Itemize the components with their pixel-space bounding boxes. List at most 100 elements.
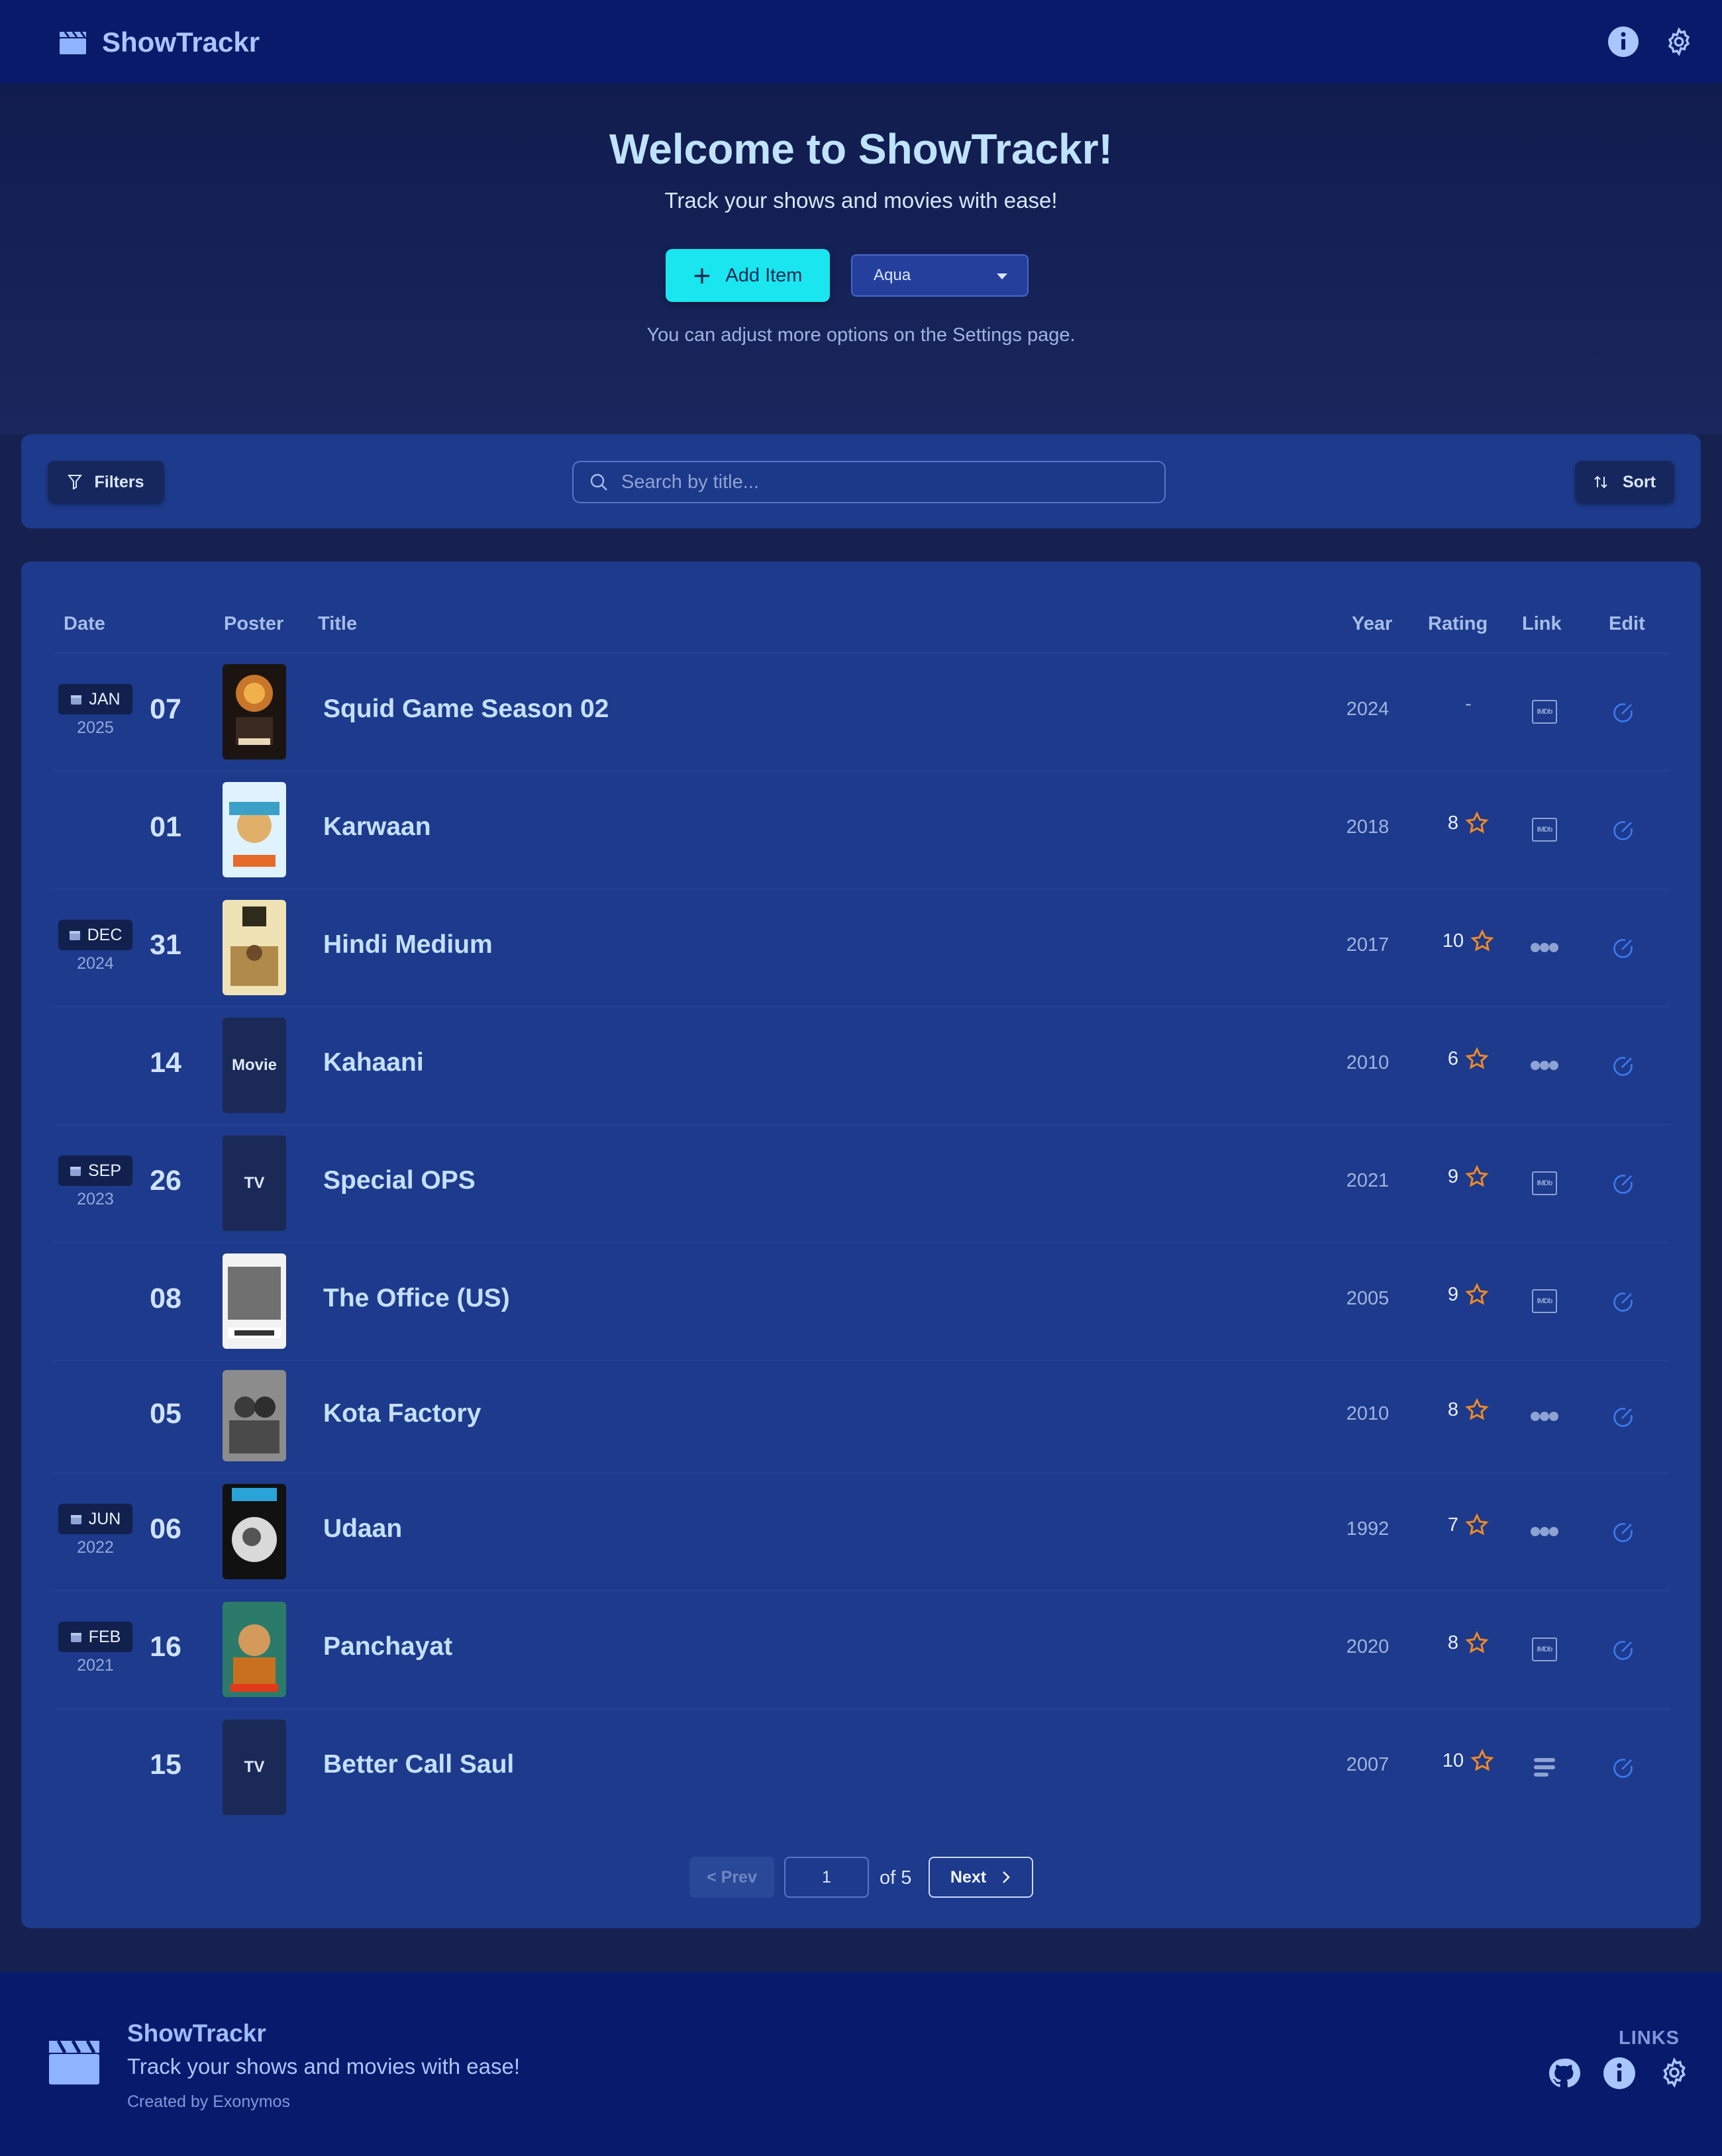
item-title[interactable]: Special OPS	[323, 1166, 476, 1195]
poster-image[interactable]	[223, 1253, 286, 1349]
poster-image[interactable]	[223, 1602, 286, 1697]
item-title[interactable]: Kota Factory	[323, 1399, 481, 1428]
chevron-right-icon	[1003, 1871, 1010, 1883]
edit-button[interactable]	[1607, 1402, 1640, 1432]
edit-button[interactable]	[1607, 697, 1640, 728]
table-row[interactable]: 14 Movie Kahaani 2010 6	[53, 1006, 1669, 1124]
calendar-icon	[70, 1633, 81, 1642]
rating-value: 8	[1447, 1398, 1459, 1420]
poster-image[interactable]	[223, 1484, 286, 1579]
month-label: DEC	[87, 925, 123, 944]
table-row[interactable]: JAN 2025 07 Squid Game Season 02 2024 - …	[53, 653, 1669, 771]
edit-button[interactable]	[1607, 1051, 1640, 1081]
table-row[interactable]: JUN 2022 06 Udaan 1992 7	[53, 1473, 1669, 1591]
gear-icon[interactable]	[1658, 2057, 1690, 2088]
sort-button[interactable]: Sort	[1575, 461, 1674, 503]
search-box[interactable]	[572, 461, 1166, 503]
edit-icon	[1613, 939, 1633, 958]
info-button[interactable]	[1607, 25, 1640, 58]
page-number-input[interactable]: 1	[784, 1857, 869, 1898]
table-row[interactable]: SEP 2023 26 TV Special OPS 2021 9 IMDb	[53, 1124, 1669, 1242]
day-number: 05	[150, 1398, 181, 1430]
item-title[interactable]: Squid Game Season 02	[323, 695, 609, 724]
release-year: 1992	[1346, 1518, 1390, 1540]
day-number: 08	[150, 1283, 181, 1314]
table-row[interactable]: 05 Kota Factory 2010 8	[53, 1360, 1669, 1473]
poster-image[interactable]	[223, 1370, 286, 1461]
top-navbar: ShowTrackr	[0, 0, 1722, 83]
item-title[interactable]: The Office (US)	[323, 1284, 510, 1313]
info-icon[interactable]	[1603, 2057, 1636, 2090]
footer-credit[interactable]: Created by Exonymos	[127, 2092, 290, 2112]
imdb-icon: IMDb	[1532, 1289, 1557, 1313]
release-year: 2010	[1346, 1403, 1390, 1424]
clapperboard-icon	[49, 2039, 99, 2084]
tmdb-link[interactable]	[1526, 1753, 1563, 1782]
filters-button[interactable]: Filters	[48, 461, 164, 503]
prev-page-button[interactable]: < Prev	[689, 1857, 774, 1898]
item-title[interactable]: Karwaan	[323, 812, 431, 842]
table-row[interactable]: 08 The Office (US) 2005 9 IMDb	[53, 1242, 1669, 1360]
hero-section: Welcome to ShowTrackr! Track your shows …	[0, 83, 1722, 434]
poster-image[interactable]	[223, 782, 286, 877]
poster-image[interactable]	[223, 664, 286, 760]
edit-button[interactable]	[1607, 1287, 1640, 1317]
item-title[interactable]: Panchayat	[323, 1632, 452, 1661]
letterboxd-link[interactable]	[1526, 1051, 1563, 1080]
github-icon[interactable]	[1547, 2057, 1580, 2090]
edit-icon	[1613, 1641, 1633, 1660]
group-year: 2024	[77, 954, 114, 973]
letterboxd-link[interactable]	[1526, 1517, 1563, 1546]
poster-type-label: TV	[223, 1136, 286, 1231]
table-row[interactable]: 01 Karwaan 2018 8 IMDb	[53, 771, 1669, 889]
group-year: 2022	[77, 1538, 114, 1557]
edit-button[interactable]	[1607, 1635, 1640, 1665]
item-title[interactable]: Better Call Saul	[323, 1750, 514, 1779]
column-header-edit: Edit	[1609, 613, 1645, 634]
letterboxd-link[interactable]	[1526, 933, 1563, 962]
rating: 8	[1425, 1631, 1511, 1655]
next-page-button[interactable]: Next	[929, 1857, 1033, 1898]
settings-button[interactable]	[1662, 25, 1696, 58]
brand[interactable]: ShowTrackr	[58, 24, 260, 61]
table-row[interactable]: DEC 2024 31 Hindi Medium 2017 10	[53, 889, 1669, 1006]
edit-button[interactable]	[1607, 1169, 1640, 1199]
edit-icon	[1613, 1759, 1633, 1778]
day-number: 07	[150, 693, 181, 725]
rating: 9	[1425, 1283, 1511, 1306]
edit-button[interactable]	[1607, 1517, 1640, 1547]
imdb-link[interactable]: IMDb	[1526, 815, 1563, 844]
rating: 7	[1425, 1513, 1511, 1537]
app-title: ShowTrackr	[102, 26, 260, 58]
rating-value: 6	[1447, 1048, 1459, 1069]
edit-button[interactable]	[1607, 815, 1640, 846]
theme-select[interactable]: Aqua	[851, 254, 1029, 297]
tmdb-icon	[1534, 1758, 1555, 1777]
letterboxd-link[interactable]	[1526, 1402, 1563, 1431]
item-title[interactable]: Kahaani	[323, 1048, 424, 1077]
edit-icon	[1613, 1057, 1633, 1076]
star-icon	[1465, 1513, 1489, 1536]
item-title[interactable]: Hindi Medium	[323, 930, 493, 959]
edit-icon	[1613, 1175, 1633, 1194]
table-row[interactable]: FEB 2021 16 Panchayat 2020 8 IMDb	[53, 1591, 1669, 1708]
search-input[interactable]	[620, 470, 1139, 494]
imdb-link[interactable]: IMDb	[1526, 1169, 1563, 1198]
edit-icon	[1613, 703, 1633, 722]
edit-button[interactable]	[1607, 1753, 1640, 1783]
poster-image[interactable]	[223, 900, 286, 995]
filter-icon	[68, 475, 83, 490]
imdb-link[interactable]: IMDb	[1526, 1635, 1563, 1664]
footer: ShowTrackr Track your shows and movies w…	[0, 1972, 1722, 2156]
item-title[interactable]: Udaan	[323, 1514, 402, 1544]
imdb-link[interactable]: IMDb	[1526, 697, 1563, 726]
poster-placeholder[interactable]: Movie	[223, 1018, 286, 1113]
edit-button[interactable]	[1607, 933, 1640, 963]
day-number: 16	[150, 1631, 181, 1663]
imdb-link[interactable]: IMDb	[1526, 1287, 1563, 1316]
poster-placeholder[interactable]: TV	[223, 1720, 286, 1815]
poster-placeholder[interactable]: TV	[223, 1136, 286, 1231]
table-row[interactable]: 15 TV Better Call Saul 2007 10	[53, 1708, 1669, 1826]
add-item-button[interactable]: + Add Item	[666, 249, 830, 302]
column-header-link: Link	[1522, 613, 1562, 634]
